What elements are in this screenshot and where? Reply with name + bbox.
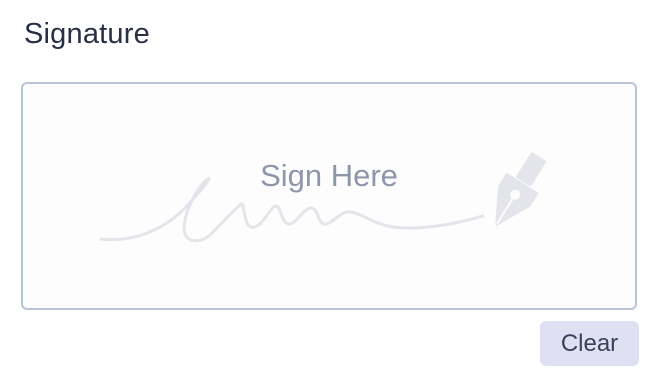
fountain-pen-nib-icon bbox=[495, 152, 546, 226]
signature-label: Signature bbox=[24, 18, 150, 50]
signature-pad[interactable]: Sign Here bbox=[21, 82, 637, 310]
clear-button[interactable]: Clear bbox=[540, 321, 639, 366]
